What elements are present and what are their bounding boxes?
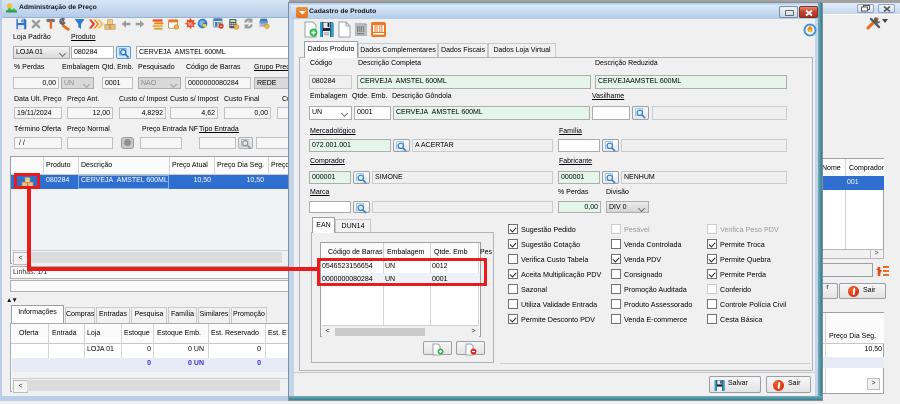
svg-text:%: % bbox=[188, 22, 193, 28]
